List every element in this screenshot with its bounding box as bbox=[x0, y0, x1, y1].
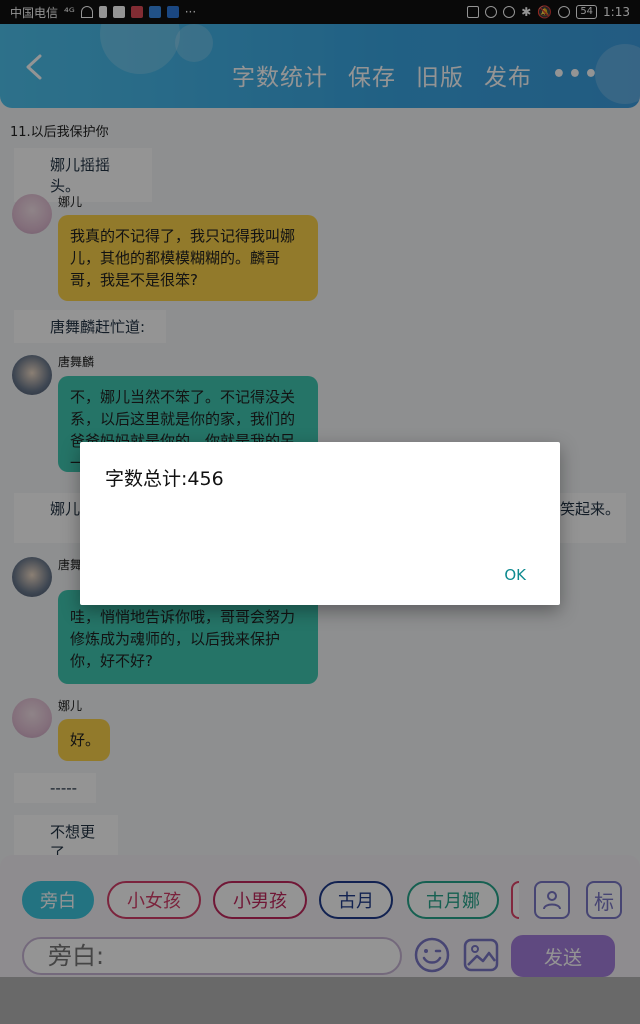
ok-button[interactable]: OK bbox=[504, 566, 526, 584]
word-count-dialog: 字数总计:456 OK bbox=[80, 442, 560, 605]
dialog-message: 字数总计:456 bbox=[105, 468, 224, 490]
